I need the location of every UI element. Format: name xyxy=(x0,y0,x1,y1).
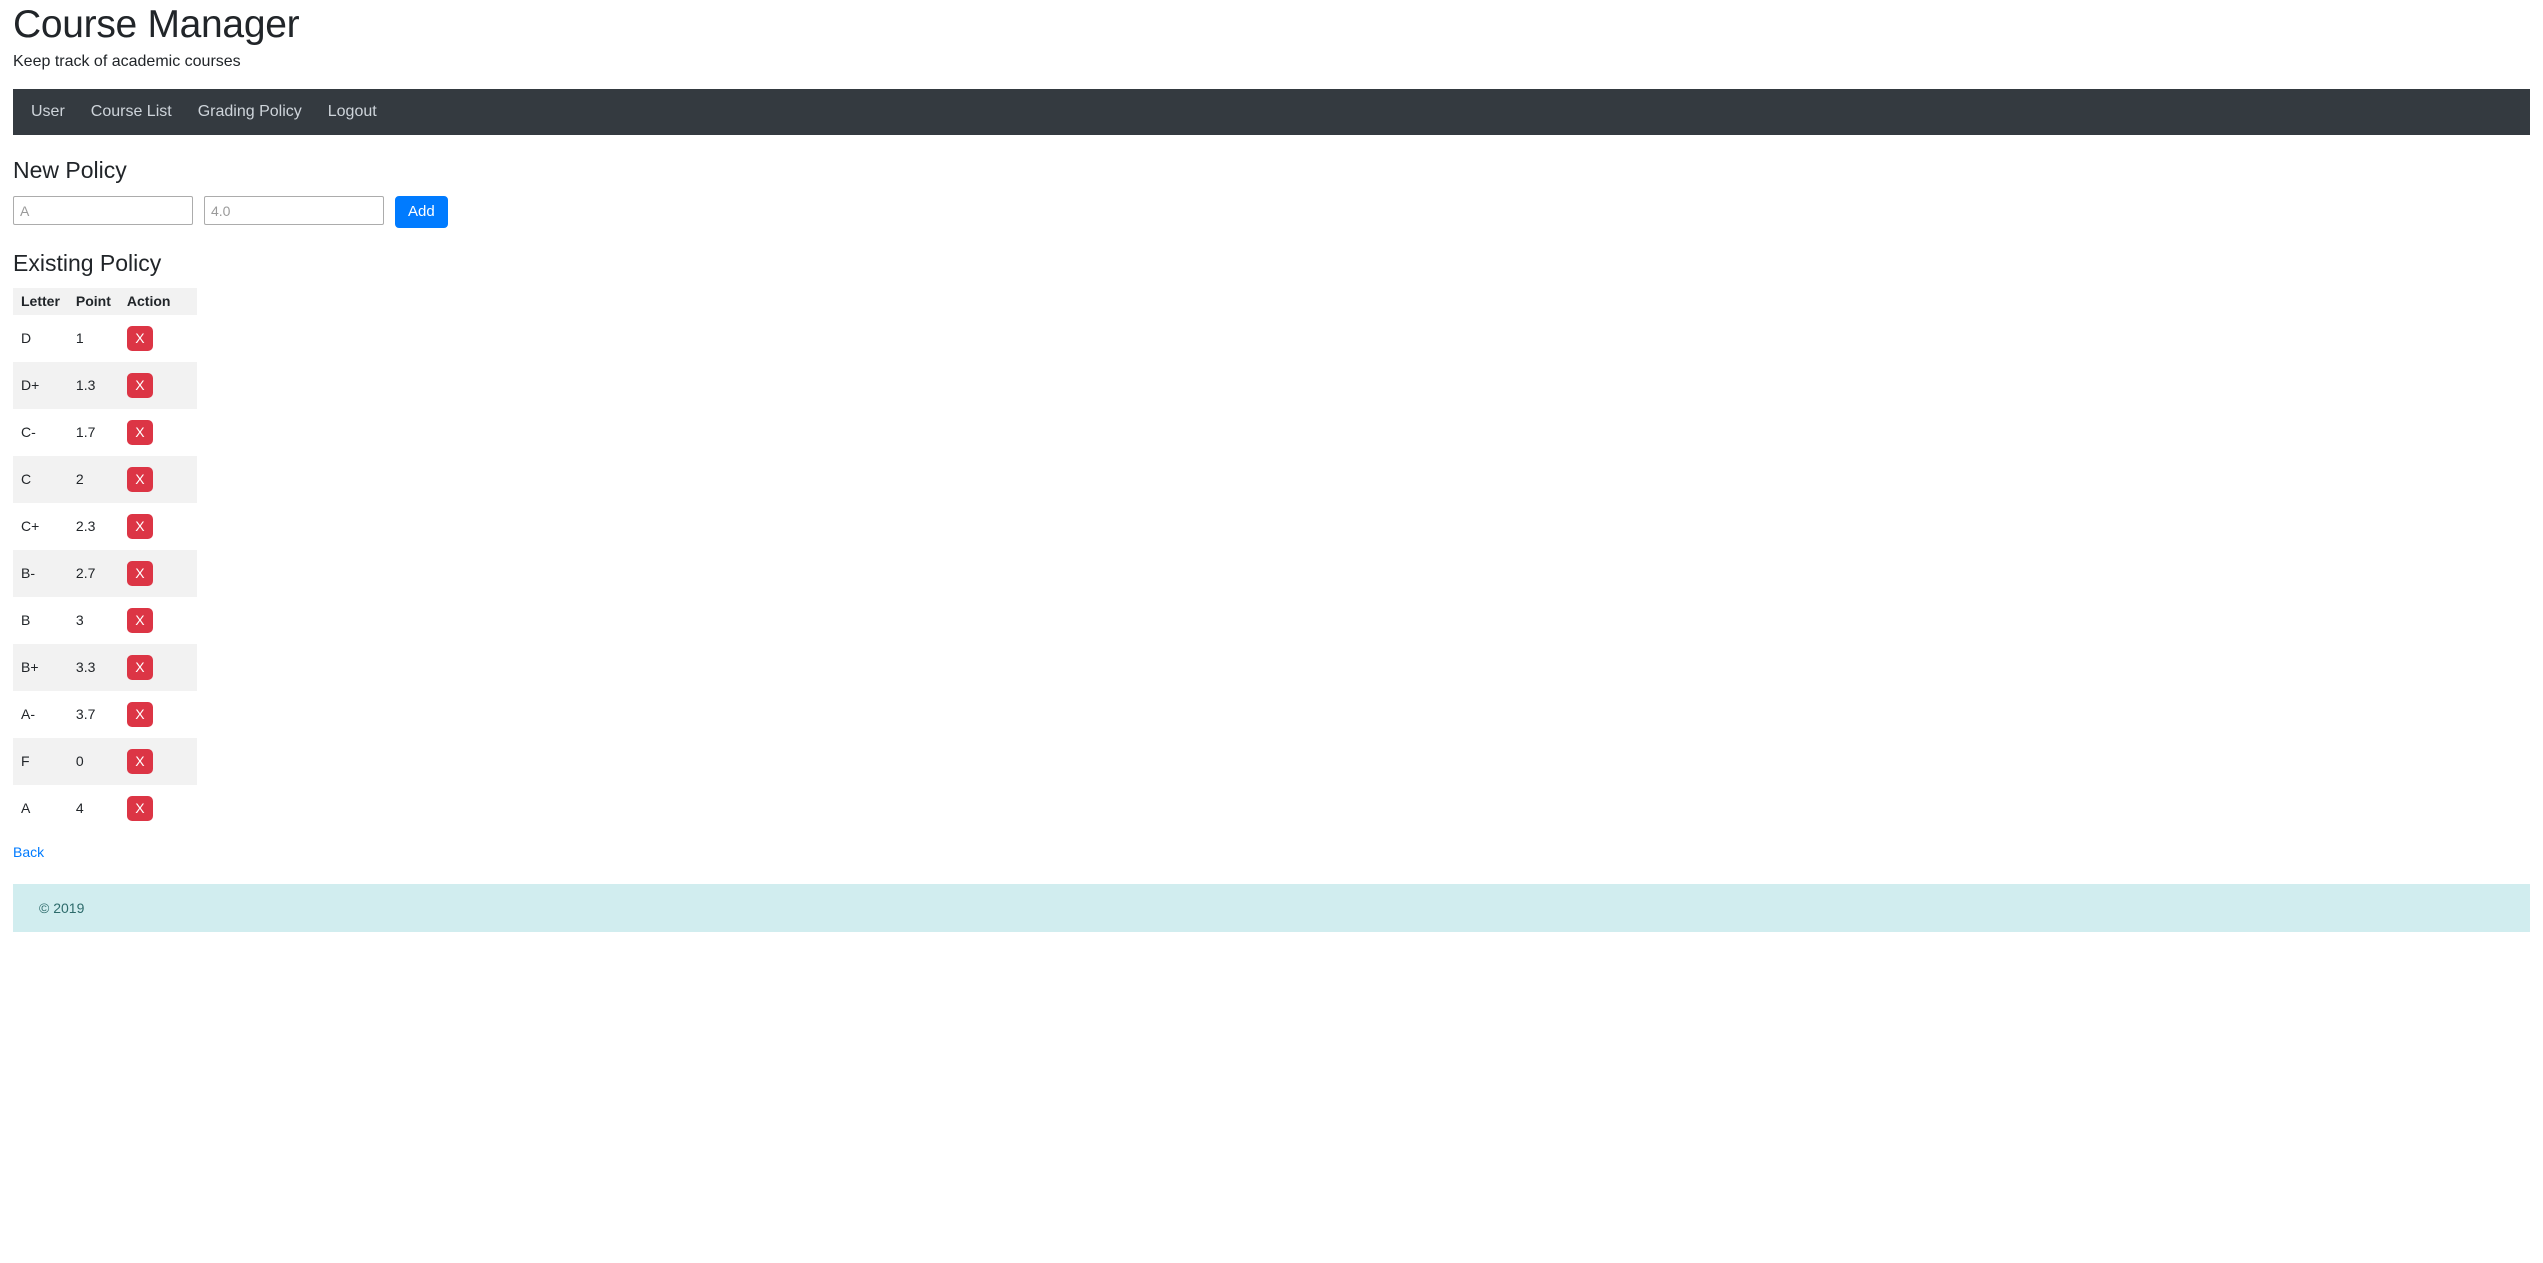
cell-action: X xyxy=(118,455,197,503)
cell-action: X xyxy=(118,549,197,597)
cell-point: 2.7 xyxy=(67,549,119,597)
cell-point: 0 xyxy=(67,737,119,785)
grading-policy-table: Letter Point Action D 1 X D+ 1.3 X C- 1.7 X C 2 X C+ 2.… xyxy=(13,287,197,832)
page-title: Course Manager xyxy=(13,3,300,46)
delete-policy-button[interactable]: X xyxy=(126,466,153,492)
cell-letter: B- xyxy=(13,549,68,597)
cell-letter: A- xyxy=(13,690,68,738)
cell-letter: F xyxy=(13,737,68,785)
cell-point: 1 xyxy=(67,314,119,362)
page-container: Course Manager Keep track of academic co… xyxy=(0,0,2543,932)
table-row: D+ 1.3 X xyxy=(13,361,197,409)
new-policy-heading: New Policy xyxy=(13,156,127,183)
delete-policy-button[interactable]: X xyxy=(126,513,153,539)
cell-point: 3.7 xyxy=(67,690,119,738)
cell-action: X xyxy=(118,690,197,738)
nav-link-course-list[interactable]: Course List xyxy=(91,103,172,120)
delete-policy-button[interactable]: X xyxy=(126,795,153,821)
delete-policy-button[interactable]: X xyxy=(126,701,153,727)
column-header-letter: Letter xyxy=(13,287,68,315)
cell-letter: C+ xyxy=(13,502,68,550)
cell-letter: C xyxy=(13,455,68,503)
copyright-text: © 2019 xyxy=(39,899,85,916)
nav-link-logout[interactable]: Logout xyxy=(328,103,377,120)
cell-action: X xyxy=(118,502,197,550)
new-policy-form: Add xyxy=(13,196,2530,229)
cell-action: X xyxy=(118,596,197,644)
delete-policy-button[interactable]: X xyxy=(126,325,153,351)
table-header-row: Letter Point Action xyxy=(13,287,197,315)
cell-letter: C- xyxy=(13,408,68,456)
cell-point: 1.3 xyxy=(67,361,119,409)
cell-letter: B+ xyxy=(13,643,68,691)
cell-action: X xyxy=(118,643,197,691)
cell-point: 3.3 xyxy=(67,643,119,691)
table-row: A4X xyxy=(13,784,197,832)
table-body: D 1 X D+ 1.3 X C- 1.7 X C 2 X C+ 2.3 X B- 2.7 X B 3 X B+ 3.3 X A… xyxy=(13,314,197,832)
cell-letter: D+ xyxy=(13,361,68,409)
nav-link-user[interactable]: User xyxy=(31,103,65,120)
cell-point: 2 xyxy=(67,455,119,503)
add-policy-button[interactable]: Add xyxy=(395,196,448,229)
cell-point: 4 xyxy=(67,784,119,832)
cell-action: X xyxy=(118,784,197,832)
table-row: F0X xyxy=(13,737,197,785)
table-row: C2X xyxy=(13,455,197,503)
column-header-point: Point xyxy=(67,287,119,315)
cell-action: X xyxy=(118,361,197,409)
table-row: D1X xyxy=(13,314,197,362)
cell-letter: A xyxy=(13,784,68,832)
cell-point: 3 xyxy=(67,596,119,644)
cell-action: X xyxy=(118,737,197,785)
delete-policy-button[interactable]: X xyxy=(126,607,153,633)
existing-policy-heading: Existing Policy xyxy=(13,250,162,277)
table-row: C+ 2.3 X xyxy=(13,502,197,550)
cell-action: X xyxy=(118,408,197,456)
main-navigation: User Course List Grading Policy Logout xyxy=(13,88,2530,135)
page-footer: © 2019 xyxy=(13,883,2530,932)
table-row: C- 1.7 X xyxy=(13,408,197,456)
delete-policy-button[interactable]: X xyxy=(126,419,153,445)
column-header-action: Action xyxy=(118,287,197,315)
table-head: Letter Point Action xyxy=(13,287,197,315)
table-row: B3X xyxy=(13,596,197,644)
back-link[interactable]: Back xyxy=(13,844,44,860)
cell-point: 2.3 xyxy=(67,502,119,550)
delete-policy-button[interactable]: X xyxy=(126,372,153,398)
delete-policy-button[interactable]: X xyxy=(126,748,153,774)
cell-point: 1.7 xyxy=(67,408,119,456)
page-subtitle: Keep track of academic courses xyxy=(13,52,241,70)
cell-action: X xyxy=(118,314,197,362)
point-input[interactable] xyxy=(204,196,384,226)
cell-letter: B xyxy=(13,596,68,644)
cell-letter: D xyxy=(13,314,68,362)
table-row: A- 3.7 X xyxy=(13,690,197,738)
table-row: B- 2.7 X xyxy=(13,549,197,597)
delete-policy-button[interactable]: X xyxy=(126,654,153,680)
table-row: B+ 3.3 X xyxy=(13,643,197,691)
delete-policy-button[interactable]: X xyxy=(126,560,153,586)
letter-input[interactable] xyxy=(13,196,193,226)
nav-link-grading-policy[interactable]: Grading Policy xyxy=(198,103,302,120)
